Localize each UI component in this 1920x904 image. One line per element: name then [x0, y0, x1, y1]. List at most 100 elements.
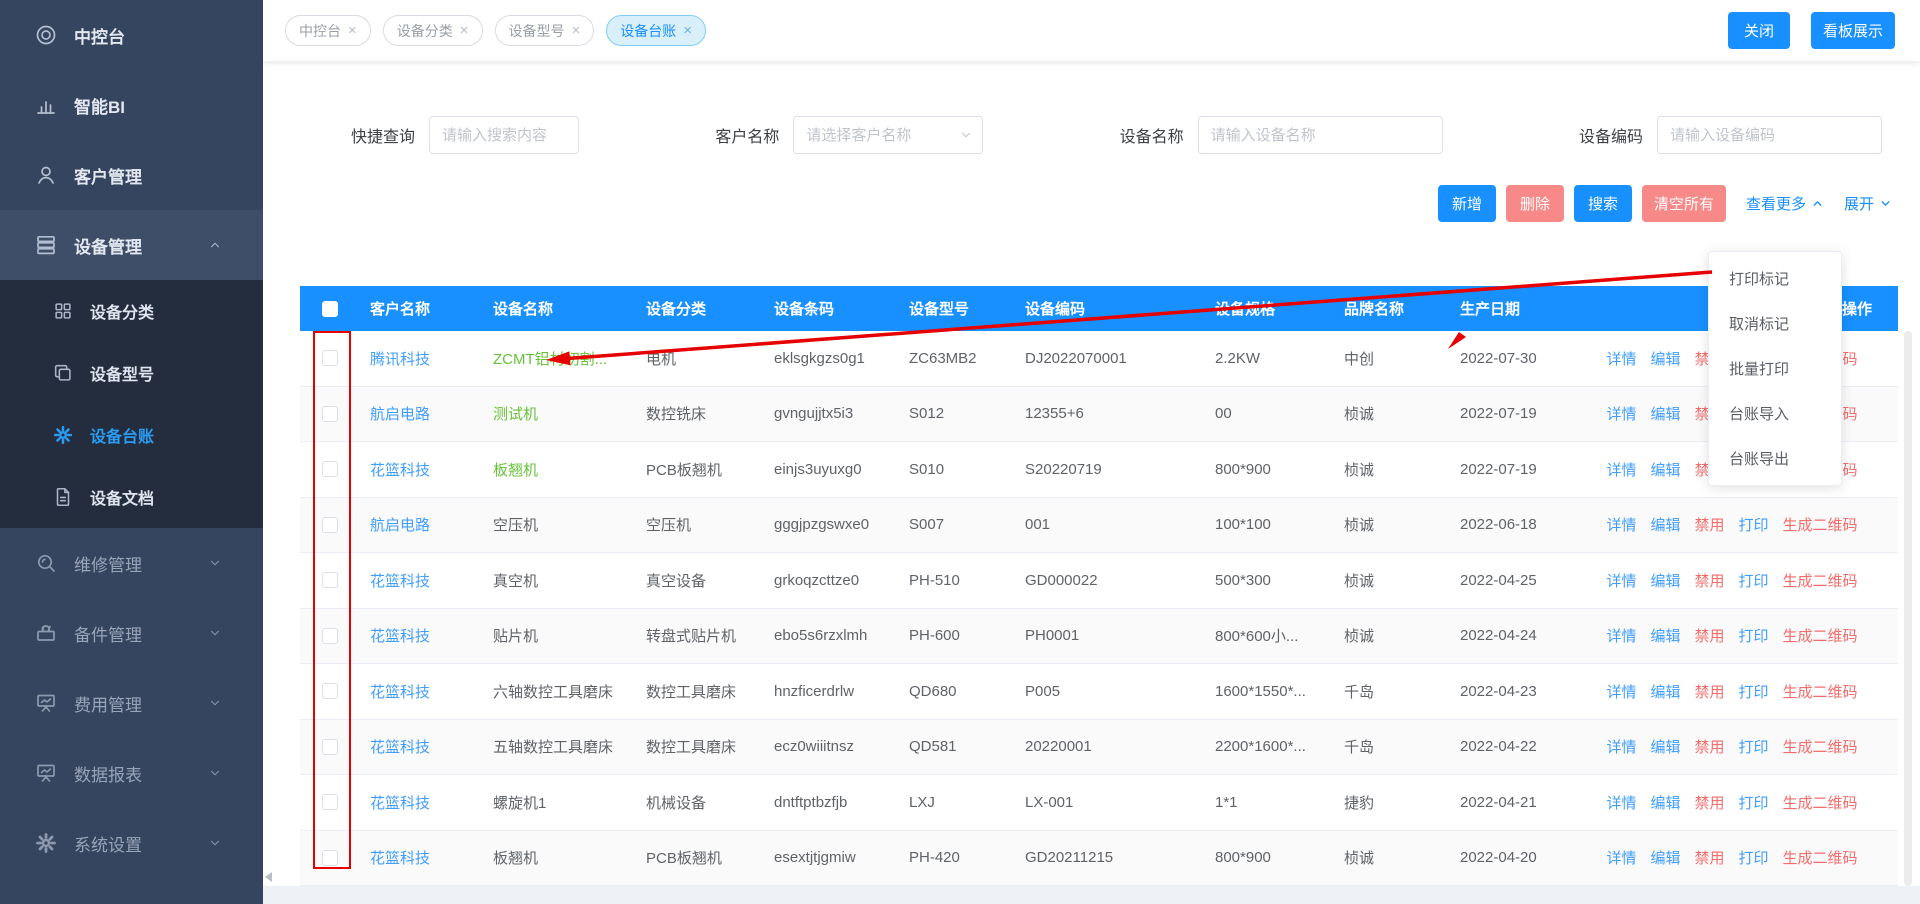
op-detail[interactable]: 详情 — [1606, 403, 1636, 424]
row-checkbox[interactable] — [300, 664, 360, 719]
row-checkbox[interactable] — [300, 609, 360, 664]
customer-name-select[interactable] — [793, 116, 983, 154]
close-icon[interactable]: × — [572, 23, 581, 38]
op-disable[interactable]: 禁用 — [1694, 847, 1724, 868]
customer-link[interactable]: 花篮科技 — [370, 459, 430, 480]
op-qrcode[interactable]: 生成二维码 — [1783, 736, 1858, 757]
search-button[interactable]: 搜索 — [1574, 185, 1632, 222]
sidebar-item-settings[interactable]: 系统设置 — [0, 808, 263, 878]
sidebar-item-device-model[interactable]: 设备型号 — [0, 342, 263, 404]
menu-item-ledger-import[interactable]: 台账导入 — [1709, 391, 1841, 436]
op-edit[interactable]: 编辑 — [1650, 459, 1680, 480]
customer-link[interactable]: 花篮科技 — [370, 847, 430, 868]
op-disable[interactable]: 禁用 — [1694, 681, 1724, 702]
device-name[interactable]: 螺旋机1 — [493, 792, 546, 813]
board-display-button[interactable]: 看板展示 — [1811, 12, 1895, 49]
device-name[interactable]: 板翘机 — [493, 459, 538, 480]
op-detail[interactable]: 详情 — [1606, 570, 1636, 591]
row-checkbox[interactable] — [300, 498, 360, 553]
device-name[interactable]: 五轴数控工具磨床 — [493, 736, 613, 757]
op-qrcode[interactable]: 生成二维码 — [1783, 570, 1858, 591]
sidebar-item-reports[interactable]: 数据报表 — [0, 738, 263, 808]
op-qrcode[interactable]: 生成二维码 — [1783, 792, 1858, 813]
close-icon[interactable]: × — [683, 23, 692, 38]
customer-link[interactable]: 花篮科技 — [370, 736, 430, 757]
customer-link[interactable]: 航启电路 — [370, 403, 430, 424]
select-all-checkbox[interactable] — [300, 286, 360, 331]
op-qrcode[interactable]: 生成二维码 — [1783, 514, 1858, 535]
quick-search-input[interactable] — [429, 116, 579, 154]
row-checkbox[interactable] — [300, 831, 360, 886]
op-print[interactable]: 打印 — [1739, 570, 1769, 591]
clear-all-button[interactable]: 清空所有 — [1642, 185, 1726, 222]
menu-item-cancel-mark[interactable]: 取消标记 — [1709, 301, 1841, 346]
sidebar-item-costs[interactable]: 费用管理 — [0, 668, 263, 738]
op-disable[interactable]: 禁用 — [1694, 736, 1724, 757]
device-name[interactable]: 真空机 — [493, 570, 538, 591]
op-disable[interactable]: 禁用 — [1694, 570, 1724, 591]
device-name[interactable]: 板翘机 — [493, 847, 538, 868]
row-checkbox[interactable] — [300, 553, 360, 608]
device-name[interactable]: 测试机 — [493, 403, 538, 424]
op-edit[interactable]: 编辑 — [1650, 348, 1680, 369]
sidebar-item-customers[interactable]: 客户管理 — [0, 140, 263, 210]
op-print[interactable]: 打印 — [1739, 681, 1769, 702]
op-print[interactable]: 打印 — [1739, 792, 1769, 813]
device-code-input[interactable] — [1657, 116, 1882, 154]
customer-link[interactable]: 花篮科技 — [370, 570, 430, 591]
menu-item-print-mark[interactable]: 打印标记 — [1709, 256, 1841, 301]
expand-link[interactable]: 展开 — [1844, 193, 1892, 214]
close-button[interactable]: 关闭 — [1728, 12, 1790, 49]
row-checkbox[interactable] — [300, 775, 360, 830]
customer-link[interactable]: 花篮科技 — [370, 681, 430, 702]
horizontal-scrollbar-arrow[interactable] — [265, 872, 272, 882]
delete-button[interactable]: 删除 — [1506, 185, 1564, 222]
op-qrcode[interactable]: 生成二维码 — [1783, 625, 1858, 646]
row-checkbox[interactable] — [300, 720, 360, 775]
sidebar-item-spare-parts[interactable]: 备件管理 — [0, 598, 263, 668]
op-disable[interactable]: 禁用 — [1694, 792, 1724, 813]
vertical-scrollbar[interactable] — [1904, 331, 1912, 886]
sidebar-item-bi[interactable]: 智能BI — [0, 70, 263, 140]
op-edit[interactable]: 编辑 — [1650, 792, 1680, 813]
row-checkbox[interactable] — [300, 331, 360, 386]
view-more-link[interactable]: 查看更多 — [1746, 193, 1824, 214]
op-detail[interactable]: 详情 — [1606, 847, 1636, 868]
tab-device-ledger[interactable]: 设备台账× — [606, 15, 706, 46]
sidebar-item-console[interactable]: 中控台 — [0, 0, 263, 70]
op-edit[interactable]: 编辑 — [1650, 570, 1680, 591]
close-icon[interactable]: × — [348, 23, 357, 38]
op-detail[interactable]: 详情 — [1606, 736, 1636, 757]
op-edit[interactable]: 编辑 — [1650, 625, 1680, 646]
menu-item-batch-print[interactable]: 批量打印 — [1709, 346, 1841, 391]
op-print[interactable]: 打印 — [1739, 514, 1769, 535]
device-name[interactable]: 贴片机 — [493, 625, 538, 646]
device-name[interactable]: 空压机 — [493, 514, 538, 535]
add-button[interactable]: 新增 — [1438, 185, 1496, 222]
tab-device-model[interactable]: 设备型号× — [495, 15, 595, 46]
customer-link[interactable]: 花篮科技 — [370, 625, 430, 646]
row-checkbox[interactable] — [300, 442, 360, 497]
op-edit[interactable]: 编辑 — [1650, 681, 1680, 702]
row-checkbox[interactable] — [300, 387, 360, 442]
op-detail[interactable]: 详情 — [1606, 348, 1636, 369]
op-edit[interactable]: 编辑 — [1650, 403, 1680, 424]
device-name[interactable]: ZCMT铝材切割... — [493, 348, 607, 369]
op-print[interactable]: 打印 — [1739, 625, 1769, 646]
op-print[interactable]: 打印 — [1739, 736, 1769, 757]
op-disable[interactable]: 禁用 — [1694, 625, 1724, 646]
customer-link[interactable]: 花篮科技 — [370, 792, 430, 813]
op-detail[interactable]: 详情 — [1606, 792, 1636, 813]
close-icon[interactable]: × — [460, 23, 469, 38]
sidebar-item-device-category[interactable]: 设备分类 — [0, 280, 263, 342]
device-name[interactable]: 六轴数控工具磨床 — [493, 681, 613, 702]
op-edit[interactable]: 编辑 — [1650, 514, 1680, 535]
op-qrcode[interactable]: 生成二维码 — [1783, 847, 1858, 868]
customer-link[interactable]: 航启电路 — [370, 514, 430, 535]
customer-link[interactable]: 腾讯科技 — [370, 348, 430, 369]
tab-console[interactable]: 中控台× — [285, 15, 371, 46]
op-print[interactable]: 打印 — [1739, 847, 1769, 868]
op-disable[interactable]: 禁用 — [1694, 514, 1724, 535]
op-detail[interactable]: 详情 — [1606, 625, 1636, 646]
sidebar-item-devices[interactable]: 设备管理 — [0, 210, 263, 280]
